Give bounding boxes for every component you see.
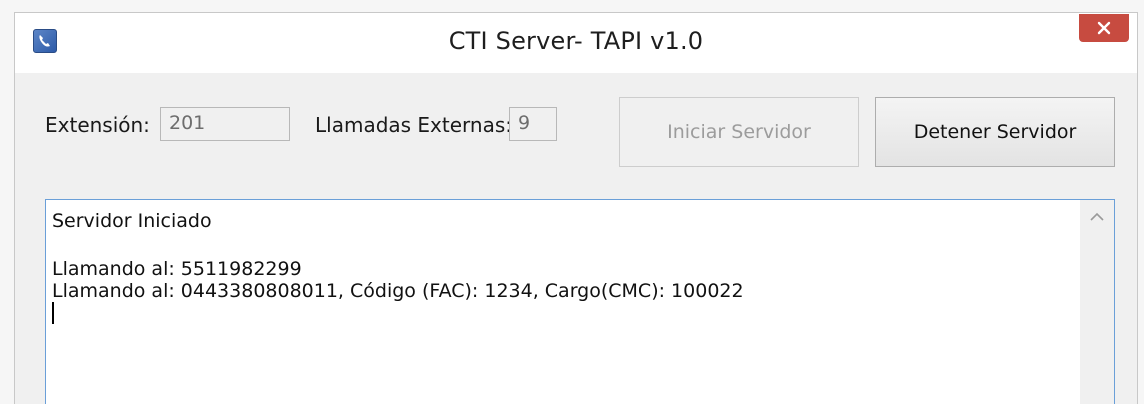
chevron-up-icon[interactable] [1090,212,1104,222]
log-content: Servidor Iniciado Llamando al: 551198229… [52,208,1078,324]
log-line: Servidor Iniciado [52,210,212,232]
desktop-background: CTI Server- TAPI v1.0 Extensión: 201 Lla… [0,0,1144,404]
external-calls-label: Llamadas Externas: [315,113,513,137]
close-icon [1097,21,1111,35]
extension-field[interactable]: 201 [160,107,290,141]
external-calls-field[interactable]: 9 [509,107,557,141]
text-caret [52,302,54,324]
extension-label: Extensión: [45,113,150,137]
log-line: Llamando al: 5511982299 [52,258,302,280]
app-window: CTI Server- TAPI v1.0 Extensión: 201 Lla… [14,12,1138,404]
title-bar[interactable]: CTI Server- TAPI v1.0 [15,13,1137,73]
window-title: CTI Server- TAPI v1.0 [448,27,704,55]
vertical-scrollbar[interactable] [1080,200,1114,404]
log-line: Llamando al: 0443380808011, Código (FAC)… [52,280,744,302]
log-textarea[interactable]: Servidor Iniciado Llamando al: 551198229… [45,199,1115,404]
close-button[interactable] [1079,14,1129,42]
start-server-button[interactable]: Iniciar Servidor [619,97,859,167]
stop-server-button[interactable]: Detener Servidor [875,97,1115,167]
